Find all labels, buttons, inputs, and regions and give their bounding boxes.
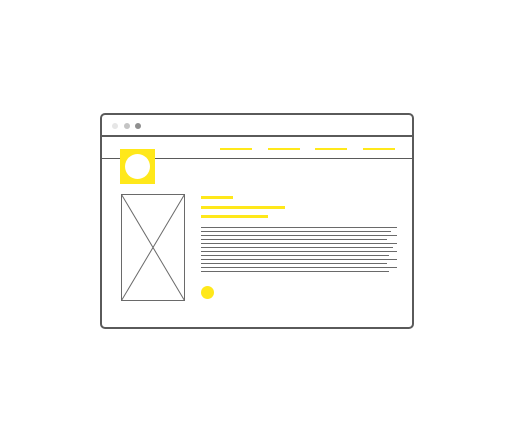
body-text-line — [201, 259, 397, 260]
body-text-line — [201, 231, 391, 232]
window-maximize-dot — [135, 123, 141, 129]
logo-placeholder — [120, 149, 155, 184]
nav-link-2 — [268, 148, 300, 150]
body-text-line — [201, 271, 389, 272]
illustration-canvas — [0, 0, 515, 432]
logo-circle-icon — [125, 154, 150, 179]
body-text-line — [201, 267, 397, 268]
window-close-dot — [112, 123, 118, 129]
cta-dot-icon[interactable] — [201, 286, 214, 299]
heading-line-1 — [201, 196, 233, 199]
nav-link-1 — [220, 148, 252, 150]
body-text-line — [201, 251, 397, 252]
body-text-line — [201, 255, 389, 256]
body-text-line — [201, 235, 397, 236]
heading-line-3 — [201, 215, 268, 218]
browser-titlebar — [102, 115, 412, 137]
heading-line-2 — [201, 206, 285, 209]
body-text-line — [201, 239, 387, 240]
body-text-line — [201, 243, 397, 244]
image-placeholder-icon — [121, 194, 185, 301]
nav-link-4 — [363, 148, 395, 150]
window-minimize-dot — [124, 123, 130, 129]
body-text-line — [201, 227, 397, 228]
nav-link-3 — [315, 148, 347, 150]
image-placeholder — [121, 194, 185, 301]
body-text-line — [201, 247, 393, 248]
body-text-line — [201, 263, 387, 264]
browser-window-wireframe — [100, 113, 414, 329]
